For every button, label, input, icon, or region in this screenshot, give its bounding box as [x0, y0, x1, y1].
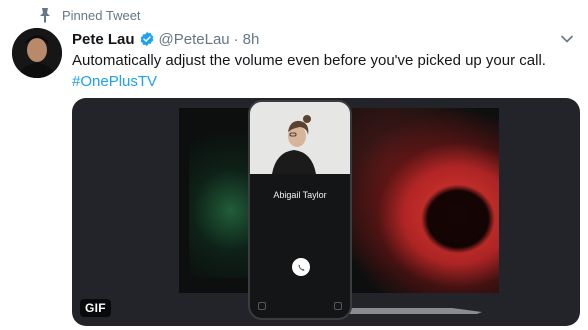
phone-bottom-icon	[258, 302, 266, 310]
answer-call-button	[292, 258, 310, 276]
phone-mockup: Abigail Taylor	[248, 100, 352, 320]
pin-icon	[40, 8, 50, 23]
tweet-body: Automatically adjust the volume even bef…	[72, 52, 546, 69]
tweet-timestamp[interactable]: 8h	[243, 31, 260, 48]
avatar[interactable]	[12, 28, 62, 78]
verified-badge-icon	[140, 32, 153, 46]
gif-badge: GIF	[80, 299, 111, 317]
hashtag-link[interactable]: #OnePlusTV	[72, 73, 157, 90]
author-name[interactable]: Pete Lau	[72, 31, 135, 48]
caller-photo	[250, 102, 350, 174]
pinned-text: Pinned Tweet	[62, 7, 141, 23]
tweet-text: Automatically adjust the volume even bef…	[72, 50, 572, 92]
phone-icon	[298, 263, 305, 271]
pinned-tweet-label: Pinned Tweet	[38, 7, 141, 23]
tweet-media-gif[interactable]: Abigail Taylor GIF	[72, 98, 580, 326]
chevron-down-icon[interactable]	[560, 32, 574, 46]
tv-scene-red	[339, 108, 499, 293]
tweet-header: Pete Lau @PeteLau · 8h	[72, 30, 259, 48]
author-handle[interactable]: @PeteLau	[159, 31, 230, 48]
separator-dot: ·	[233, 30, 239, 48]
caller-name: Abigail Taylor	[273, 190, 327, 200]
phone-bottom-icon	[334, 302, 342, 310]
